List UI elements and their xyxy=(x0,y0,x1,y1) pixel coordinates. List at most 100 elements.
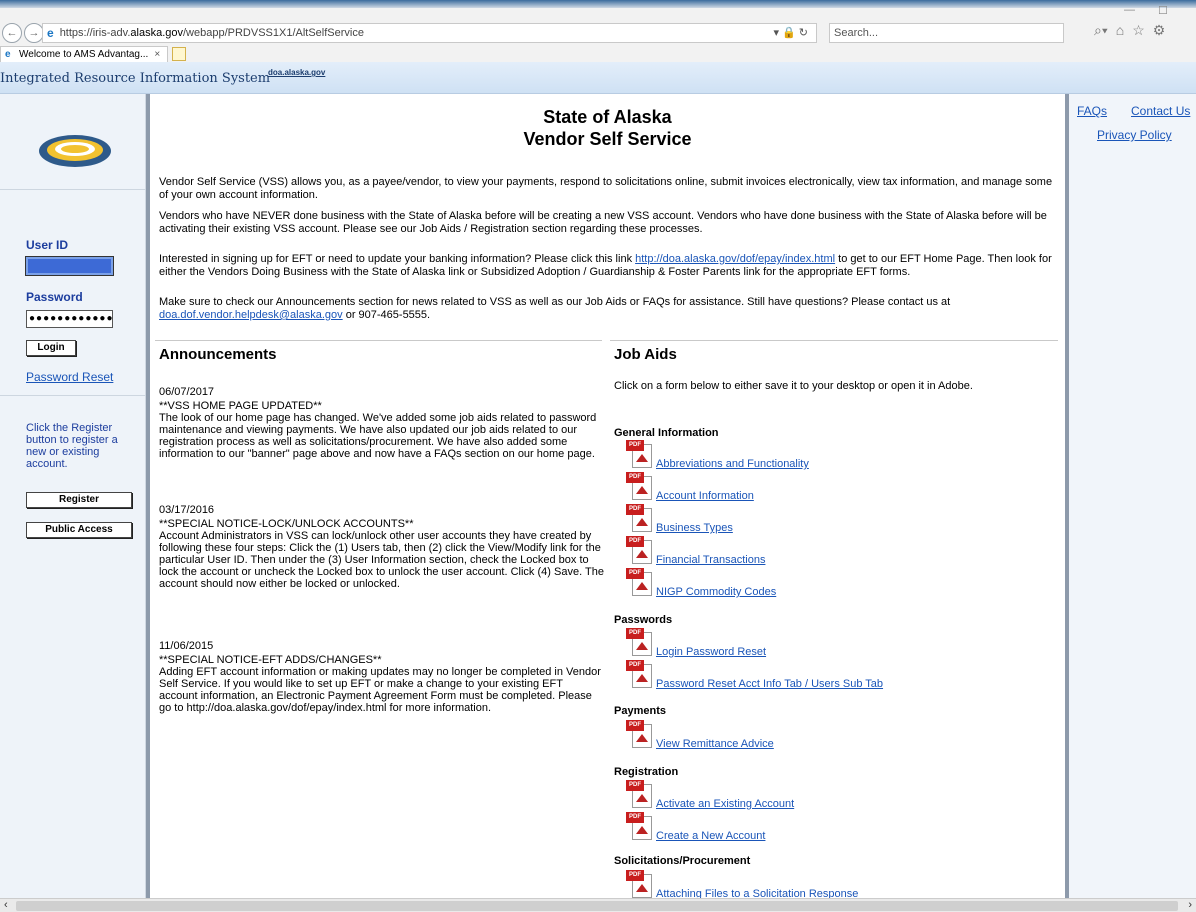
job-aid-item[interactable]: PDF NIGP Commodity Codes xyxy=(626,568,776,598)
pdf-icon: PDF xyxy=(626,812,656,842)
title-line-2: Vendor Self Service xyxy=(523,129,692,149)
job-aid-link[interactable]: Activate an Existing Account xyxy=(656,798,794,810)
user-id-input[interactable] xyxy=(25,256,114,276)
back-icon[interactable]: ← xyxy=(2,23,22,43)
scrollbar-thumb[interactable] xyxy=(16,901,1178,911)
pdf-icon: PDF xyxy=(626,660,656,690)
intro-paragraph-2: Vendors who have NEVER done business wit… xyxy=(159,210,1047,235)
job-aid-item[interactable]: PDF View Remittance Advice xyxy=(626,720,774,750)
minimize-icon[interactable]: — xyxy=(1124,4,1135,16)
scroll-left-icon[interactable]: ‹ xyxy=(4,899,8,911)
password-reset-link[interactable]: Password Reset xyxy=(26,370,113,384)
announcements-heading: Announcements xyxy=(159,346,277,363)
category-registration: Registration xyxy=(614,766,679,778)
ie-icon: e xyxy=(47,26,54,40)
pdf-icon: PDF xyxy=(626,568,656,598)
window-title-strip xyxy=(0,0,1196,8)
close-tab-icon[interactable]: × xyxy=(154,49,160,60)
logo-area xyxy=(0,94,146,190)
tab-title: Welcome to AMS Advantag... xyxy=(19,49,149,60)
job-aid-link[interactable]: Password Reset Acct Info Tab / Users Sub… xyxy=(656,678,883,690)
announcement-date: 03/17/2016 xyxy=(159,504,215,516)
pdf-icon: PDF xyxy=(626,720,656,750)
helpdesk-email-link[interactable]: doa.dof.vendor.helpdesk@alaska.gov xyxy=(159,309,343,321)
maximize-icon[interactable]: ☐ xyxy=(1158,4,1168,17)
announcement-body: Account Administrators in VSS can lock/u… xyxy=(159,530,604,590)
search-input[interactable]: Search... xyxy=(829,23,1064,43)
announcement-item: 11/06/2015 **SPECIAL NOTICE-EFT ADDS/CHA… xyxy=(159,640,604,714)
password-input[interactable]: ●●●●●●●●●●●● xyxy=(26,310,113,328)
announcement-title: **SPECIAL NOTICE-LOCK/UNLOCK ACCOUNTS** xyxy=(159,518,414,530)
job-aid-link[interactable]: Login Password Reset xyxy=(656,646,766,658)
forward-icon[interactable]: → xyxy=(24,23,44,43)
pdf-icon: PDF xyxy=(626,440,656,470)
contact-us-link[interactable]: Contact Us xyxy=(1131,104,1190,118)
job-aid-item[interactable]: PDF Activate an Existing Account xyxy=(626,780,794,810)
job-aid-item[interactable]: PDF Abbreviations and Functionality xyxy=(626,440,809,470)
announcement-item: 03/17/2016 **SPECIAL NOTICE-LOCK/UNLOCK … xyxy=(159,504,604,590)
announcement-body: The look of our home page has changed. W… xyxy=(159,412,597,460)
pdf-icon: PDF xyxy=(626,870,656,900)
intro-paragraph-3: Interested in signing up for EFT or need… xyxy=(159,253,1052,278)
left-sidebar: User ID Password ●●●●●●●●●●●● Login Pass… xyxy=(0,94,146,898)
job-aid-link[interactable]: Financial Transactions xyxy=(656,554,765,566)
job-aid-item[interactable]: PDF Create a New Account xyxy=(626,812,765,842)
job-aid-link[interactable]: Create a New Account xyxy=(656,830,765,842)
toolbar-icons: ⌕▾ ⌂ ☆ ⚙ xyxy=(1094,22,1165,39)
category-passwords: Passwords xyxy=(614,614,673,626)
category-payments: Payments xyxy=(614,705,666,717)
gear-icon[interactable]: ⚙ xyxy=(1153,22,1166,39)
privacy-policy-link[interactable]: Privacy Policy xyxy=(1097,128,1172,142)
pdf-icon: PDF xyxy=(626,472,656,502)
page-title: State of Alaska Vendor Self Service xyxy=(150,106,1065,150)
ie-tab-icon: e xyxy=(5,49,11,60)
navigation-bar: ← → e https://iris-adv.alaska.gov/webapp… xyxy=(0,22,1196,44)
job-aid-link[interactable]: NIGP Commodity Codes xyxy=(656,586,776,598)
login-button[interactable]: Login xyxy=(26,340,76,356)
faqs-link[interactable]: FAQs xyxy=(1077,104,1107,118)
scroll-right-icon[interactable]: › xyxy=(1188,899,1192,911)
job-aid-item[interactable]: PDF Account Information xyxy=(626,472,754,502)
address-bar[interactable]: e https://iris-adv.alaska.gov/webapp/PRD… xyxy=(42,23,817,43)
new-tab-button[interactable] xyxy=(172,47,186,61)
announcement-date: 11/06/2015 xyxy=(159,640,214,652)
search-icon[interactable]: ⌕▾ xyxy=(1094,22,1108,39)
page-content: User ID Password ●●●●●●●●●●●● Login Pass… xyxy=(0,94,1196,900)
pdf-icon: PDF xyxy=(626,628,656,658)
browser-tab[interactable]: e Welcome to AMS Advantag... × xyxy=(0,46,168,62)
announcement-body: Adding EFT account information or making… xyxy=(159,666,601,714)
job-aid-item[interactable]: PDF Password Reset Acct Info Tab / Users … xyxy=(626,660,883,690)
favorites-star-icon[interactable]: ☆ xyxy=(1132,22,1145,39)
public-access-button[interactable]: Public Access xyxy=(26,522,132,538)
system-title: Integrated Resource Information System xyxy=(0,71,271,86)
category-solicitations: Solicitations/Procurement xyxy=(614,855,751,867)
announcement-title: **SPECIAL NOTICE-EFT ADDS/CHANGES** xyxy=(159,654,382,666)
address-tools[interactable]: ▾ 🔒 ↻ xyxy=(773,26,808,39)
job-aid-item[interactable]: PDF Login Password Reset xyxy=(626,628,766,658)
intro-paragraph-4: Make sure to check our Announcements sec… xyxy=(159,296,951,321)
job-aid-link[interactable]: Abbreviations and Functionality xyxy=(656,458,809,470)
epay-link[interactable]: http://doa.alaska.gov/dof/epay/index.htm… xyxy=(635,253,835,265)
job-aid-item[interactable]: PDF Attaching Files to a Solicitation Res… xyxy=(626,870,858,900)
register-instructions: Click the Register button to register a … xyxy=(26,422,118,470)
job-aid-item[interactable]: PDF Financial Transactions xyxy=(626,536,765,566)
announcement-title: **VSS HOME PAGE UPDATED** xyxy=(159,400,322,412)
pdf-icon: PDF xyxy=(626,780,656,810)
home-icon[interactable]: ⌂ xyxy=(1116,22,1124,39)
horizontal-scrollbar[interactable]: ‹ › xyxy=(0,898,1196,912)
job-aid-link[interactable]: Business Types xyxy=(656,522,733,534)
announcement-date: 06/07/2017 xyxy=(159,386,215,398)
job-aid-item[interactable]: PDF Business Types xyxy=(626,504,733,534)
job-aid-link[interactable]: Account Information xyxy=(656,490,754,502)
main-content: State of Alaska Vendor Self Service Vend… xyxy=(150,94,1065,900)
pdf-icon: PDF xyxy=(626,504,656,534)
doa-link[interactable]: doa.alaska.gov xyxy=(268,68,325,77)
intro-paragraph-1: Vendor Self Service (VSS) allows you, as… xyxy=(159,176,1053,201)
register-button[interactable]: Register xyxy=(26,492,132,508)
job-aid-link[interactable]: View Remittance Advice xyxy=(656,738,774,750)
browser-chrome: — ☐ ← → e https://iris-adv.alaska.gov/we… xyxy=(0,0,1196,62)
announcements-rule xyxy=(155,340,602,341)
password-label: Password xyxy=(26,290,83,304)
pdf-icon: PDF xyxy=(626,536,656,566)
right-sidebar: FAQs Contact Us Privacy Policy xyxy=(1065,94,1196,898)
